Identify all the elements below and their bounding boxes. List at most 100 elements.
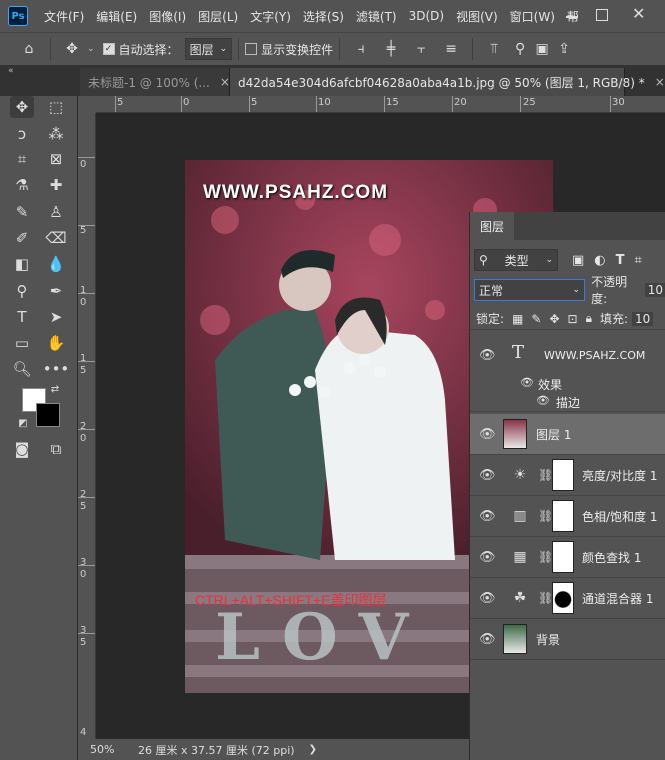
screen-mode-icon[interactable]: ⧉ [44, 438, 68, 460]
search-icon[interactable]: ⚲ [511, 41, 529, 57]
layer-row-text[interactable]: 👁︎ T WWW.PSAHZ.COM 👁︎ 效果 👁︎ 描边 [470, 336, 665, 412]
home-icon[interactable]: ⌂ [20, 41, 38, 57]
menu-filter[interactable]: 滤镜(T) [350, 8, 403, 25]
eyedropper-icon[interactable]: ⚗ [10, 174, 34, 196]
stroke-eye-icon[interactable]: 👁︎ [536, 394, 550, 407]
blur-tool-icon[interactable]: 💧 [44, 253, 68, 275]
auto-select-dropdown[interactable]: 图层 ⌄ [184, 38, 233, 60]
layer-row-hue[interactable]: 👁︎ ▥ ⛓ 色相/饱和度 1 [470, 496, 665, 537]
lasso-tool-icon[interactable]: ↄ [10, 123, 34, 145]
menu-file[interactable]: 文件(F) [38, 8, 90, 25]
menu-type[interactable]: 文字(Y) [244, 8, 297, 25]
workspace-icon[interactable]: ▣ [533, 41, 551, 57]
layer-row-background[interactable]: 👁︎ 背景 [470, 619, 665, 660]
dodge-tool-icon[interactable]: ⚲ [10, 280, 34, 302]
visibility-eye-icon[interactable]: 👁︎ [479, 348, 496, 363]
menu-view[interactable]: 视图(V) [450, 8, 504, 25]
fill-input[interactable]: 10 [632, 311, 654, 326]
visibility-eye-icon[interactable]: 👁︎ [479, 468, 496, 483]
tab-untitled[interactable]: 未标题-1 @ 100% (... × [80, 68, 230, 96]
horizontal-ruler[interactable]: 5 0 5 10 15 20 25 30 [96, 96, 665, 113]
visibility-eye-icon[interactable]: 👁︎ [479, 632, 496, 647]
rectangle-tool-icon[interactable]: ▭ [10, 332, 34, 354]
chevron-right-icon[interactable]: ❯ [309, 744, 317, 755]
show-transform-checkbox[interactable] [245, 43, 258, 55]
magic-wand-icon[interactable]: ⁂ [44, 123, 68, 145]
close-window-icon[interactable]: ✕ [632, 4, 645, 23]
filter-kind-dropdown[interactable]: ⚲ 类型 ⌄ [474, 249, 558, 271]
align-right-icon[interactable]: ⫟ [412, 41, 430, 57]
stamp-tool-icon[interactable]: ♙ [44, 201, 68, 223]
tab-layers[interactable]: 图层 [470, 212, 515, 240]
menu-image[interactable]: 图像(I) [143, 8, 192, 25]
lock-all-icon[interactable]: 🔒︎ [586, 311, 592, 326]
effects-eye-icon[interactable]: 👁︎ [520, 376, 534, 389]
minimize-icon[interactable] [566, 16, 578, 18]
menu-3d[interactable]: 3D(D) [403, 9, 450, 23]
menu-layer[interactable]: 图层(L) [192, 8, 244, 25]
lock-pixels-icon[interactable]: ✎ [531, 312, 541, 326]
share-icon[interactable]: ⇪ [555, 41, 573, 57]
visibility-eye-icon[interactable]: 👁︎ [479, 591, 496, 606]
layer-mask-thumbnail[interactable] [552, 541, 574, 573]
visibility-eye-icon[interactable]: 👁︎ [479, 427, 496, 442]
type-tool-icon[interactable]: T [10, 306, 34, 328]
align-left-icon[interactable]: ⫞ [352, 41, 370, 57]
path-select-icon[interactable]: ➤ [44, 306, 68, 328]
close-tab-icon[interactable]: × [220, 75, 230, 89]
layer-mask-thumbnail[interactable] [552, 500, 574, 532]
link-chain-icon[interactable]: ⛓ [538, 550, 553, 564]
maximize-icon[interactable] [596, 9, 608, 21]
menu-edit[interactable]: 编辑(E) [90, 8, 143, 25]
opacity-input[interactable]: 10 [644, 283, 665, 297]
lock-artboard-icon[interactable]: ⊡ [568, 312, 578, 326]
menu-select[interactable]: 选择(S) [297, 8, 350, 25]
brush-tool-icon[interactable]: ✎ [10, 201, 34, 223]
layer-row-pixel[interactable]: 👁︎ 图层 1 [470, 414, 665, 455]
link-chain-icon[interactable]: ⛓ [538, 509, 553, 523]
photoshop-logo-icon[interactable]: Ps [8, 6, 28, 26]
pixel-filter-icon[interactable]: ▣ [572, 253, 584, 268]
menu-window[interactable]: 窗口(W) [504, 8, 561, 25]
collapse-panels-icon[interactable]: « [8, 66, 14, 76]
layer-row-brightness[interactable]: 👁︎ ☀ ⛓ 亮度/对比度 1 [470, 455, 665, 496]
default-colors-icon[interactable]: ◩ [16, 416, 30, 430]
shape-filter-icon[interactable]: ⌗ [635, 253, 642, 268]
layer-mask-thumbnail[interactable] [552, 459, 574, 491]
link-chain-icon[interactable]: ⛓ [538, 591, 553, 605]
crop-tool-icon[interactable]: ⌗ [10, 148, 34, 170]
visibility-eye-icon[interactable]: 👁︎ [479, 550, 496, 565]
distribute-icon[interactable]: ≡ [442, 41, 460, 57]
move-tool-icon[interactable]: ✥ [10, 96, 34, 118]
vertical-ruler[interactable]: 0 5 1 0 1 5 2 0 2 5 3 0 3 5 4 [78, 113, 96, 739]
move-tool-icon[interactable]: ✥ [63, 41, 81, 57]
link-chain-icon[interactable]: ⛓ [538, 468, 553, 482]
eraser-tool-icon[interactable]: ⌫ [44, 227, 68, 249]
pen-tool-icon[interactable]: ✒ [44, 280, 68, 302]
zoom-tool-icon[interactable]: 🔍︎ [10, 358, 34, 380]
align-top-icon[interactable]: ⫪ [485, 41, 503, 57]
background-color-swatch[interactable] [36, 403, 60, 427]
visibility-eye-icon[interactable]: 👁︎ [479, 509, 496, 524]
lock-position-icon[interactable]: ✥ [549, 312, 559, 326]
zoom-level[interactable]: 50% [90, 743, 136, 756]
layer-mask-thumbnail[interactable] [552, 582, 574, 614]
layer-row-mixer[interactable]: 👁︎ ☘ ⛓ 通道混合器 1 [470, 578, 665, 619]
frame-tool-icon[interactable]: ⊠ [44, 148, 68, 170]
history-brush-icon[interactable]: ✐ [10, 227, 34, 249]
hand-tool-icon[interactable]: ✋ [44, 332, 68, 354]
close-tab-icon[interactable]: × [655, 75, 665, 89]
layer-row-lookup[interactable]: 👁︎ ▦ ⛓ 颜色查找 1 [470, 537, 665, 578]
tab-active-document[interactable]: d42da54e304d6afcbf04628a0aba4a1b.jpg @ 5… [230, 68, 665, 96]
adjustment-filter-icon[interactable]: ◐ [594, 253, 605, 268]
gradient-tool-icon[interactable]: ◧ [10, 253, 34, 275]
chevron-down-icon[interactable]: ⌄ [87, 44, 95, 54]
more-tools-icon[interactable]: ••• [43, 358, 70, 380]
type-filter-icon[interactable]: T [616, 253, 625, 268]
align-center-icon[interactable]: ╪ [382, 41, 400, 57]
swap-colors-icon[interactable]: ⇄ [48, 382, 62, 396]
quick-mask-icon[interactable]: ◙ [10, 438, 34, 460]
marquee-tool-icon[interactable]: ⬚ [44, 96, 68, 118]
blend-mode-dropdown[interactable]: 正常 ⌄ [474, 279, 586, 301]
healing-brush-icon[interactable]: ✚ [44, 174, 68, 196]
